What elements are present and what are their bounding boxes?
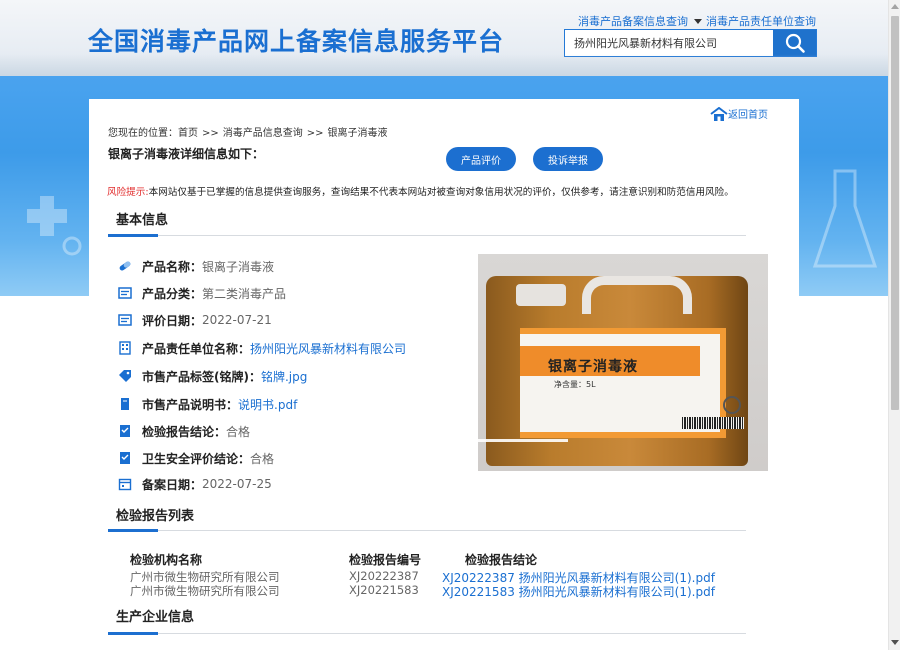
home-icon <box>710 107 728 121</box>
header-banner: 全国消毒产品网上备案信息服务平台 消毒产品备案信息查询 消毒产品责任单位查询 <box>0 0 888 76</box>
info-key: 评价日期： <box>142 313 203 328</box>
evaluate-product-button[interactable]: 产品评价 <box>446 147 516 171</box>
image-progress-bar <box>478 439 568 442</box>
manual-file-link[interactable]: 说明书.pdf <box>238 396 297 413</box>
complaint-button[interactable]: 投诉举报 <box>533 147 603 171</box>
building-icon <box>118 341 132 355</box>
product-query-link[interactable]: 消毒产品备案信息查询 <box>578 15 688 28</box>
jug-cap <box>516 284 566 306</box>
search-button[interactable] <box>773 30 816 56</box>
product-label-title: 银离子消毒液 <box>548 359 638 375</box>
scroll-up-icon[interactable] <box>891 4 899 9</box>
info-value: 合格 <box>226 424 251 439</box>
info-row-eval-date: 评价日期： 2022-07-21 <box>118 312 272 328</box>
info-row-manual: 市售产品说明书： 说明书.pdf <box>118 396 297 412</box>
info-key: 市售产品标签(铭牌)： <box>142 369 261 384</box>
info-row-filing-date: 备案日期： 2022-07-25 <box>118 476 272 492</box>
info-key: 产品责任单位名称： <box>142 341 251 356</box>
capsule-icon <box>118 259 132 273</box>
product-label-subtitle: 净含量：5L <box>554 380 596 389</box>
section-divider <box>108 234 746 237</box>
breadcrumb-product-query[interactable]: 消毒产品信息查询 <box>223 128 303 139</box>
detail-title: 银离子消毒液详细信息如下： <box>108 147 265 161</box>
barcode-icon <box>682 417 744 429</box>
tag-icon <box>118 369 132 383</box>
info-value: 银离子消毒液 <box>202 259 275 274</box>
label-file-link[interactable]: 铭牌.jpg <box>261 368 307 385</box>
basic-info-title: 基本信息 <box>116 213 169 228</box>
card-icon <box>118 313 132 327</box>
info-key: 产品名称： <box>142 259 203 274</box>
report-list-title: 检验报告列表 <box>116 509 195 524</box>
report-header-code: 检验报告编号 <box>349 553 422 567</box>
info-row-category: 产品分类： 第二类消毒产品 <box>118 285 286 301</box>
card-icon <box>118 286 132 300</box>
scroll-down-icon[interactable] <box>891 640 899 645</box>
report-row-code: XJ20222387 <box>349 569 419 583</box>
report-file-link[interactable]: XJ20221583 扬州阳光风暴新材料有限公司(1).pdf <box>442 583 715 600</box>
info-value: 合格 <box>250 451 275 466</box>
manufacturer-title: 生产企业信息 <box>116 610 195 625</box>
info-value: 2022-07-25 <box>202 477 272 491</box>
brand-mark-icon <box>723 396 741 414</box>
info-row-product-name: 产品名称： 银离子消毒液 <box>118 258 274 274</box>
product-image[interactable]: 银离子消毒液 净含量：5L <box>478 254 768 471</box>
breadcrumb-current: 银离子消毒液 <box>327 128 388 139</box>
company-link[interactable]: 扬州阳光风暴新材料有限公司 <box>250 340 406 357</box>
report-header-org: 检验机构名称 <box>130 553 203 567</box>
risk-warning-label: 风险提示: <box>107 187 149 198</box>
info-row-label: 市售产品标签(铭牌)： 铭牌.jpg <box>118 368 307 384</box>
risk-warning: 风险提示:本网站仅基于已掌握的信息提供查询服务，查询结果不代表本网站对被查询对象… <box>107 184 734 198</box>
book-icon <box>118 397 132 411</box>
report-row-code: XJ20221583 <box>349 583 419 597</box>
report-icon <box>118 451 132 465</box>
calendar-icon <box>118 477 132 491</box>
info-key: 卫生安全评价结论： <box>142 451 251 466</box>
breadcrumb: 您现在的位置：首页 >> 消毒产品信息查询 >> 银离子消毒液 <box>108 124 388 139</box>
search-icon <box>785 33 805 53</box>
report-header-result: 检验报告结论 <box>465 553 538 567</box>
vertical-scrollbar[interactable] <box>888 0 900 650</box>
breadcrumb-separator: >> <box>306 128 324 139</box>
molecule-decoration-icon <box>27 196 82 256</box>
breadcrumb-separator: >> <box>202 128 219 139</box>
info-row-company: 产品责任单位名称： 扬州阳光风暴新材料有限公司 <box>118 340 406 356</box>
breadcrumb-home[interactable]: 首页 <box>178 128 198 139</box>
scroll-thumb[interactable] <box>891 16 899 410</box>
back-home-label: 返回首页 <box>728 110 768 121</box>
info-value: 第二类消毒产品 <box>202 286 287 301</box>
section-divider <box>108 632 746 635</box>
info-key: 备案日期： <box>142 477 203 492</box>
site-title: 全国消毒产品网上备案信息服务平台 <box>88 27 505 56</box>
flask-decoration-icon <box>812 169 878 268</box>
report-icon <box>118 424 132 438</box>
jug-body: 银离子消毒液 净含量：5L <box>486 276 748 466</box>
search-input[interactable] <box>565 30 772 56</box>
search-box <box>564 29 817 57</box>
info-key: 检验报告结论： <box>142 424 227 439</box>
report-row-org: 广州市微生物研究所有限公司 <box>130 584 280 598</box>
info-row-safety-result: 卫生安全评价结论： 合格 <box>118 450 274 466</box>
info-row-test-result: 检验报告结论： 合格 <box>118 423 250 439</box>
info-key: 市售产品说明书： <box>142 397 239 412</box>
risk-warning-text: 本网站仅基于已掌握的信息提供查询服务，查询结果不代表本网站对被查询对象信用状况的… <box>148 187 734 198</box>
company-query-link[interactable]: 消毒产品责任单位查询 <box>706 15 816 28</box>
breadcrumb-prefix: 您现在的位置： <box>108 128 178 139</box>
back-home-link[interactable]: 返回首页 <box>710 106 768 121</box>
dropdown-arrow-icon[interactable] <box>694 19 702 24</box>
jug-handle <box>582 276 692 314</box>
info-value: 2022-07-21 <box>202 313 272 327</box>
section-divider <box>108 529 746 532</box>
info-key: 产品分类： <box>142 286 203 301</box>
top-links: 消毒产品备案信息查询 消毒产品责任单位查询 <box>578 13 820 29</box>
